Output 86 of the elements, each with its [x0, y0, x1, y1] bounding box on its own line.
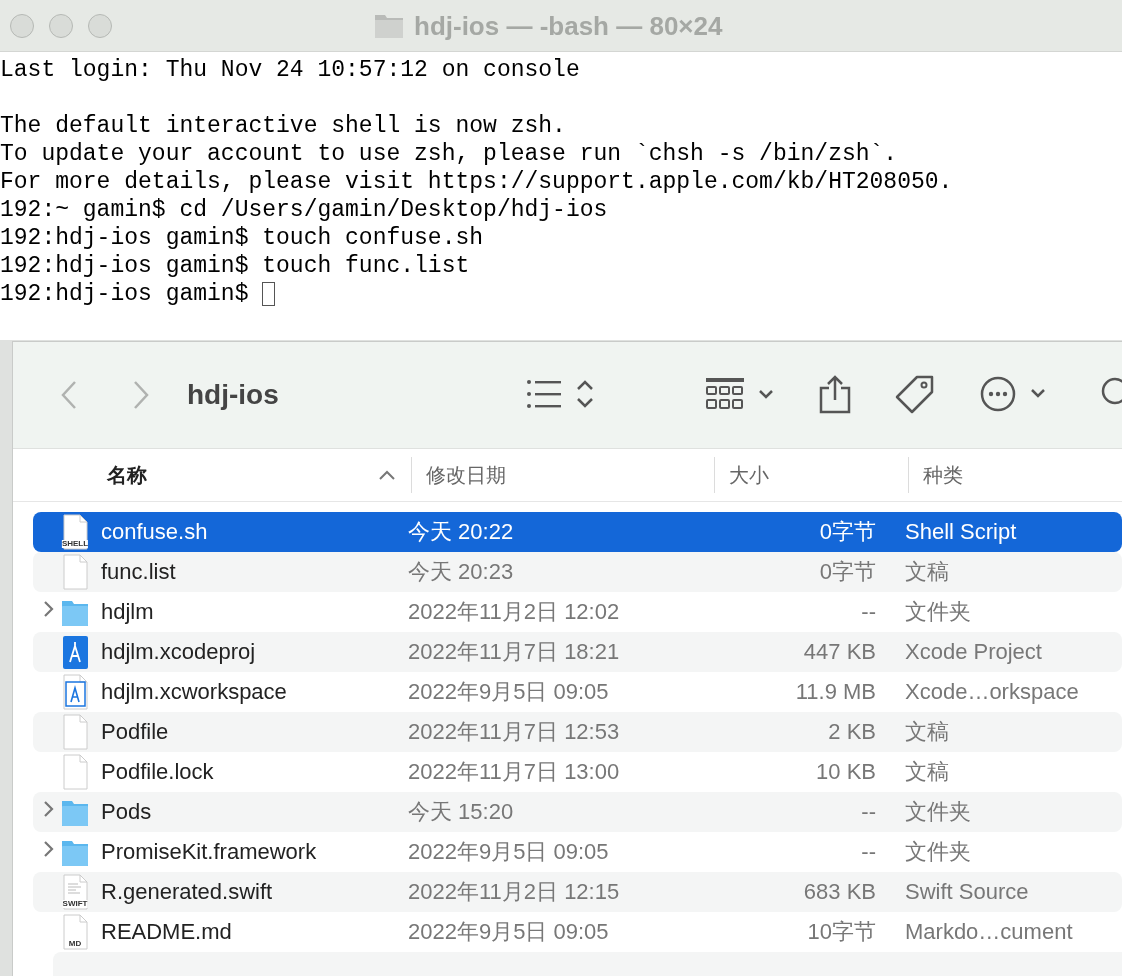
folder-icon: [374, 13, 404, 39]
file-size: 683 KB: [802, 879, 876, 905]
modified-date: 2022年11月2日 12:02: [408, 598, 621, 626]
column-header[interactable]: 种类: [908, 457, 1122, 493]
column-header[interactable]: 大小: [714, 457, 908, 493]
file-size: 0字节: [818, 558, 876, 586]
file-row[interactable]: SHELL confuse.sh 今天 20:22 0字节 Shell Script: [33, 512, 1122, 552]
file-kind: Shell Script: [904, 519, 1018, 545]
file-icon: [61, 714, 89, 750]
modified-date: 今天 20:23: [408, 558, 515, 586]
file-icon: [61, 514, 89, 550]
terminal-line: For more details, please visit https://support.apple.com/kb/HT208050.: [0, 168, 953, 196]
file-name: PromiseKit.framework: [100, 839, 318, 865]
terminal-line: To update your account to use zsh, please run `chsh -s /bin/zsh`.: [0, 140, 898, 168]
file-size: --: [860, 839, 876, 865]
file-row[interactable]: Podfile.lock 2022年11月7日 13:00 10 KB 文稿: [33, 752, 1122, 792]
terminal-line: 192:hdj-ios gamin$ touch func.list: [0, 252, 470, 280]
file-size: 11.9 MB: [794, 679, 876, 705]
file-kind: 文稿: [904, 558, 950, 586]
file-size: 0字节: [818, 518, 876, 546]
modified-date: 2022年11月2日 12:15: [408, 878, 621, 906]
terminal-line: 192:hdj-ios gamin$: [0, 280, 250, 308]
file-name: README.md: [100, 919, 233, 945]
terminal-line: The default interactive shell is now zsh.: [0, 112, 566, 140]
file-size: 447 KB: [802, 639, 876, 665]
sort-caret-icon: [379, 470, 395, 480]
file-kind: 文件夹: [904, 798, 972, 826]
icon-label: SHELL: [61, 540, 89, 548]
file-row[interactable]: hdjlm.xcworkspace 2022年9月5日 09:05 11.9 MB Xcode…orkspace: [33, 672, 1122, 712]
file-name: hdjlm.xcodeproj: [100, 639, 257, 665]
file-size: 10 KB: [815, 759, 876, 785]
column-header[interactable]: 修改日期: [411, 457, 714, 493]
modified-date: 2022年11月7日 18:21: [408, 638, 621, 666]
file-size: --: [860, 599, 876, 625]
file-icon: [61, 874, 89, 910]
file-size: --: [860, 799, 876, 825]
window-title: hdj-ios — -bash — 80×24: [414, 10, 723, 42]
folder-title: hdj-ios: [187, 379, 279, 411]
modified-date: 2022年11月7日 12:53: [408, 718, 621, 746]
file-kind: 文稿: [904, 718, 950, 746]
file-row[interactable]: Podfile 2022年11月7日 12:53 2 KB 文稿: [33, 712, 1122, 752]
file-name: Pods: [100, 799, 153, 825]
file-kind: Xcode…orkspace: [904, 679, 1080, 705]
file-row[interactable]: MD README.md 2022年9月5日 09:05 10字节 Markdo…cument: [33, 912, 1122, 952]
file-name: hdjlm: [100, 599, 155, 625]
file-name: R.generated.swift: [100, 879, 274, 905]
file-row[interactable]: Pods 今天 15:20 -- 文件夹: [33, 792, 1122, 832]
file-icon: [61, 674, 89, 710]
file-name: confuse.sh: [100, 519, 209, 545]
file-name: Podfile: [100, 719, 170, 745]
file-icon: [61, 914, 89, 950]
file-icon: [61, 554, 89, 590]
file-icon: [61, 754, 89, 790]
column-header[interactable]: 名称: [107, 457, 411, 493]
file-row[interactable]: SWIFT R.generated.swift 2022年11月2日 12:15 683 KB Swift Source: [33, 872, 1122, 912]
modified-date: 2022年9月5日 09:05: [408, 918, 610, 946]
terminal-line: 192:hdj-ios gamin$ touch confuse.sh: [0, 224, 484, 252]
modified-date: 今天 15:20: [408, 798, 515, 826]
file-kind: 文件夹: [904, 598, 972, 626]
file-name: hdjlm.xcworkspace: [100, 679, 288, 705]
file-icon: [61, 634, 89, 670]
chevron-right-icon[interactable]: [41, 839, 55, 859]
file-name: func.list: [100, 559, 177, 585]
modified-date: 2022年9月5日 09:05: [408, 838, 610, 866]
icon-label: SWIFT: [62, 900, 88, 908]
file-name: Podfile.lock: [100, 759, 215, 785]
terminal-line: Last login: Thu Nov 24 10:57:12 on console: [0, 56, 580, 84]
chevron-right-icon[interactable]: [41, 799, 55, 819]
modified-date: 今天 20:22: [408, 518, 515, 546]
chevron-right-icon[interactable]: [41, 599, 55, 619]
modified-date: 2022年9月5日 09:05: [408, 678, 610, 706]
file-row[interactable]: hdjlm 2022年11月2日 12:02 -- 文件夹: [33, 592, 1122, 632]
file-kind: Markdo…cument: [904, 919, 1074, 945]
file-size: 10字节: [806, 918, 876, 946]
file-kind: Swift Source: [904, 879, 1030, 905]
file-kind: 文稿: [904, 758, 950, 786]
file-size: 2 KB: [827, 719, 876, 745]
file-kind: Xcode Project: [904, 639, 1043, 665]
file-row[interactable]: func.list 今天 20:23 0字节 文稿: [33, 552, 1122, 592]
text-cursor: [262, 282, 276, 306]
file-kind: 文件夹: [904, 838, 972, 866]
terminal-line: 192:~ gamin$ cd /Users/gamin/Desktop/hdj-ios: [0, 196, 608, 224]
file-row[interactable]: hdjlm.xcodeproj 2022年11月7日 18:21 447 KB Xcode Project: [33, 632, 1122, 672]
file-row[interactable]: PromiseKit.framework 2022年9月5日 09:05 -- 文件夹: [33, 832, 1122, 872]
modified-date: 2022年11月7日 13:00: [408, 758, 621, 786]
icon-label: MD: [68, 940, 82, 948]
